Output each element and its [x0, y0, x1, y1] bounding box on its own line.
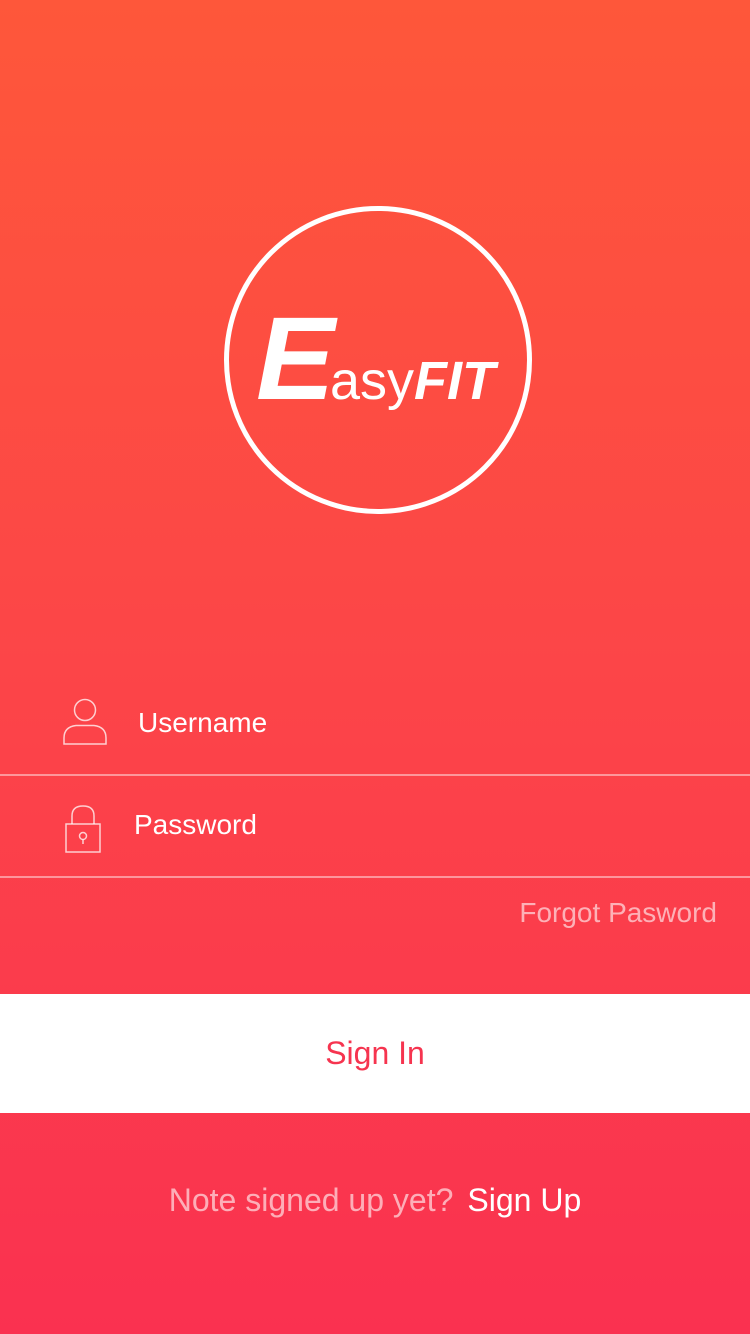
signup-prompt-row: Note signed up yet? Sign Up	[0, 1178, 750, 1222]
signup-prompt-text: Note signed up yet?	[168, 1182, 454, 1218]
logo-letters-fit: FIT	[414, 351, 495, 411]
sign-up-link[interactable]: Sign Up	[467, 1182, 581, 1218]
logo-letters-asy: asy	[330, 351, 415, 411]
lock-icon	[62, 804, 108, 854]
sign-in-button[interactable]: Sign In	[0, 994, 750, 1113]
username-input[interactable]	[138, 694, 658, 752]
password-field[interactable]	[0, 772, 750, 878]
user-icon	[62, 698, 108, 748]
password-input[interactable]	[134, 796, 654, 854]
username-field[interactable]	[0, 670, 750, 776]
logo-letter-e: E	[256, 293, 335, 425]
forgot-password-link[interactable]: Forgot Pasword	[519, 897, 717, 929]
